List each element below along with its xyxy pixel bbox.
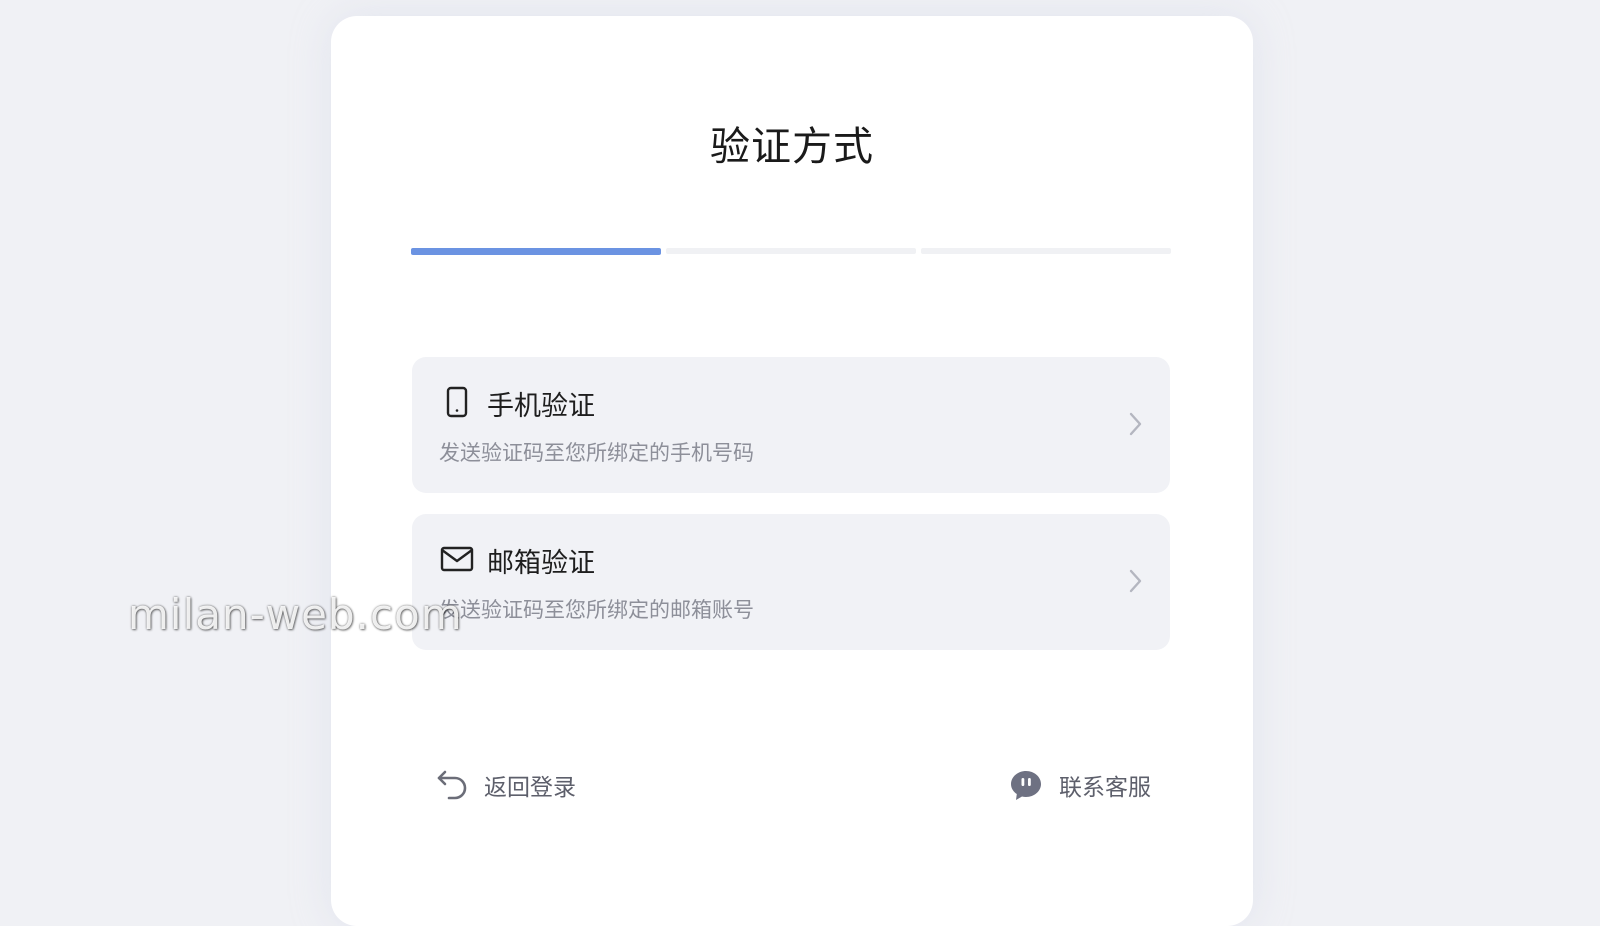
progress-step-2: [666, 248, 916, 254]
back-to-login-label: 返回登录: [484, 775, 576, 801]
progress-step-3: [921, 248, 1171, 254]
mail-icon: [440, 546, 474, 572]
chat-bubble-icon: [1011, 771, 1041, 800]
email-option-description: 发送验证码至您所绑定的邮箱账号: [439, 598, 754, 622]
email-option-title: 邮箱验证: [487, 548, 595, 579]
phone-option-title: 手机验证: [487, 391, 595, 422]
email-verification-option[interactable]: 邮箱验证 发送验证码至您所绑定的邮箱账号: [412, 514, 1170, 650]
chevron-right-icon: [1129, 412, 1142, 436]
step-progress-bar: [411, 248, 1171, 255]
chevron-right-icon: [1129, 569, 1142, 593]
phone-option-description: 发送验证码至您所绑定的手机号码: [439, 441, 754, 465]
contact-support-label: 联系客服: [1059, 775, 1151, 801]
back-to-login-link[interactable]: 返回登录: [436, 768, 576, 802]
progress-step-1: [411, 248, 661, 255]
page-title: 验证方式: [710, 124, 874, 170]
phone-verification-option[interactable]: 手机验证 发送验证码至您所绑定的手机号码: [412, 357, 1170, 493]
contact-support-link[interactable]: 联系客服: [1009, 768, 1151, 802]
phone-icon: [446, 386, 468, 418]
undo-arrow-icon: [437, 770, 467, 800]
verification-card: 验证方式 手机验证 发送验证码至您所绑定的手机号码 邮箱验证 发送验证码至您所绑…: [331, 16, 1253, 926]
